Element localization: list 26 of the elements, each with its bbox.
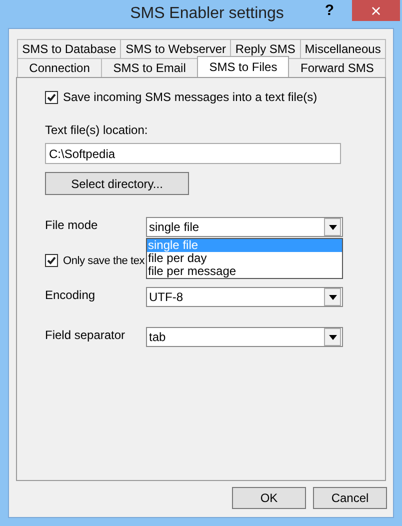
field-label: Text file(s) location:: [45, 123, 149, 137]
field-label: Field separator: [45, 327, 126, 342]
dropdown-option[interactable]: file per day: [147, 252, 342, 265]
ok-button[interactable]: OK: [232, 487, 306, 509]
checkbox-label: Only save the tex: [63, 254, 145, 266]
tab[interactable]: Forward SMS: [288, 58, 386, 77]
dropdown[interactable]: UTF-8: [146, 287, 343, 307]
location-field[interactable]: C:\Softpedia: [45, 143, 341, 164]
tab[interactable]: Miscellaneous: [300, 39, 386, 58]
field-label: Encoding: [45, 287, 96, 302]
checkbox[interactable]: [45, 254, 58, 267]
dropdown-option[interactable]: file per message: [147, 265, 342, 278]
tab[interactable]: SMS to Database: [17, 39, 122, 58]
checkbox[interactable]: [45, 90, 58, 104]
dropdown[interactable]: tab: [146, 327, 343, 347]
dropdown[interactable]: single file: [146, 217, 343, 237]
select-directory-button[interactable]: Select directory...: [45, 172, 189, 195]
checkbox-label: Save incoming SMS messages into a text file(s): [63, 90, 318, 104]
tab[interactable]: Reply SMS: [230, 39, 301, 58]
tab[interactable]: SMS to Files: [197, 56, 290, 77]
field-label: File mode: [45, 217, 99, 232]
help-button[interactable]: ?: [320, 2, 338, 19]
close-button[interactable]: ×: [352, 0, 400, 21]
window-title: SMS Enabler settings: [130, 5, 284, 23]
cancel-button[interactable]: Cancel: [313, 487, 387, 509]
tab[interactable]: Connection: [17, 58, 102, 77]
